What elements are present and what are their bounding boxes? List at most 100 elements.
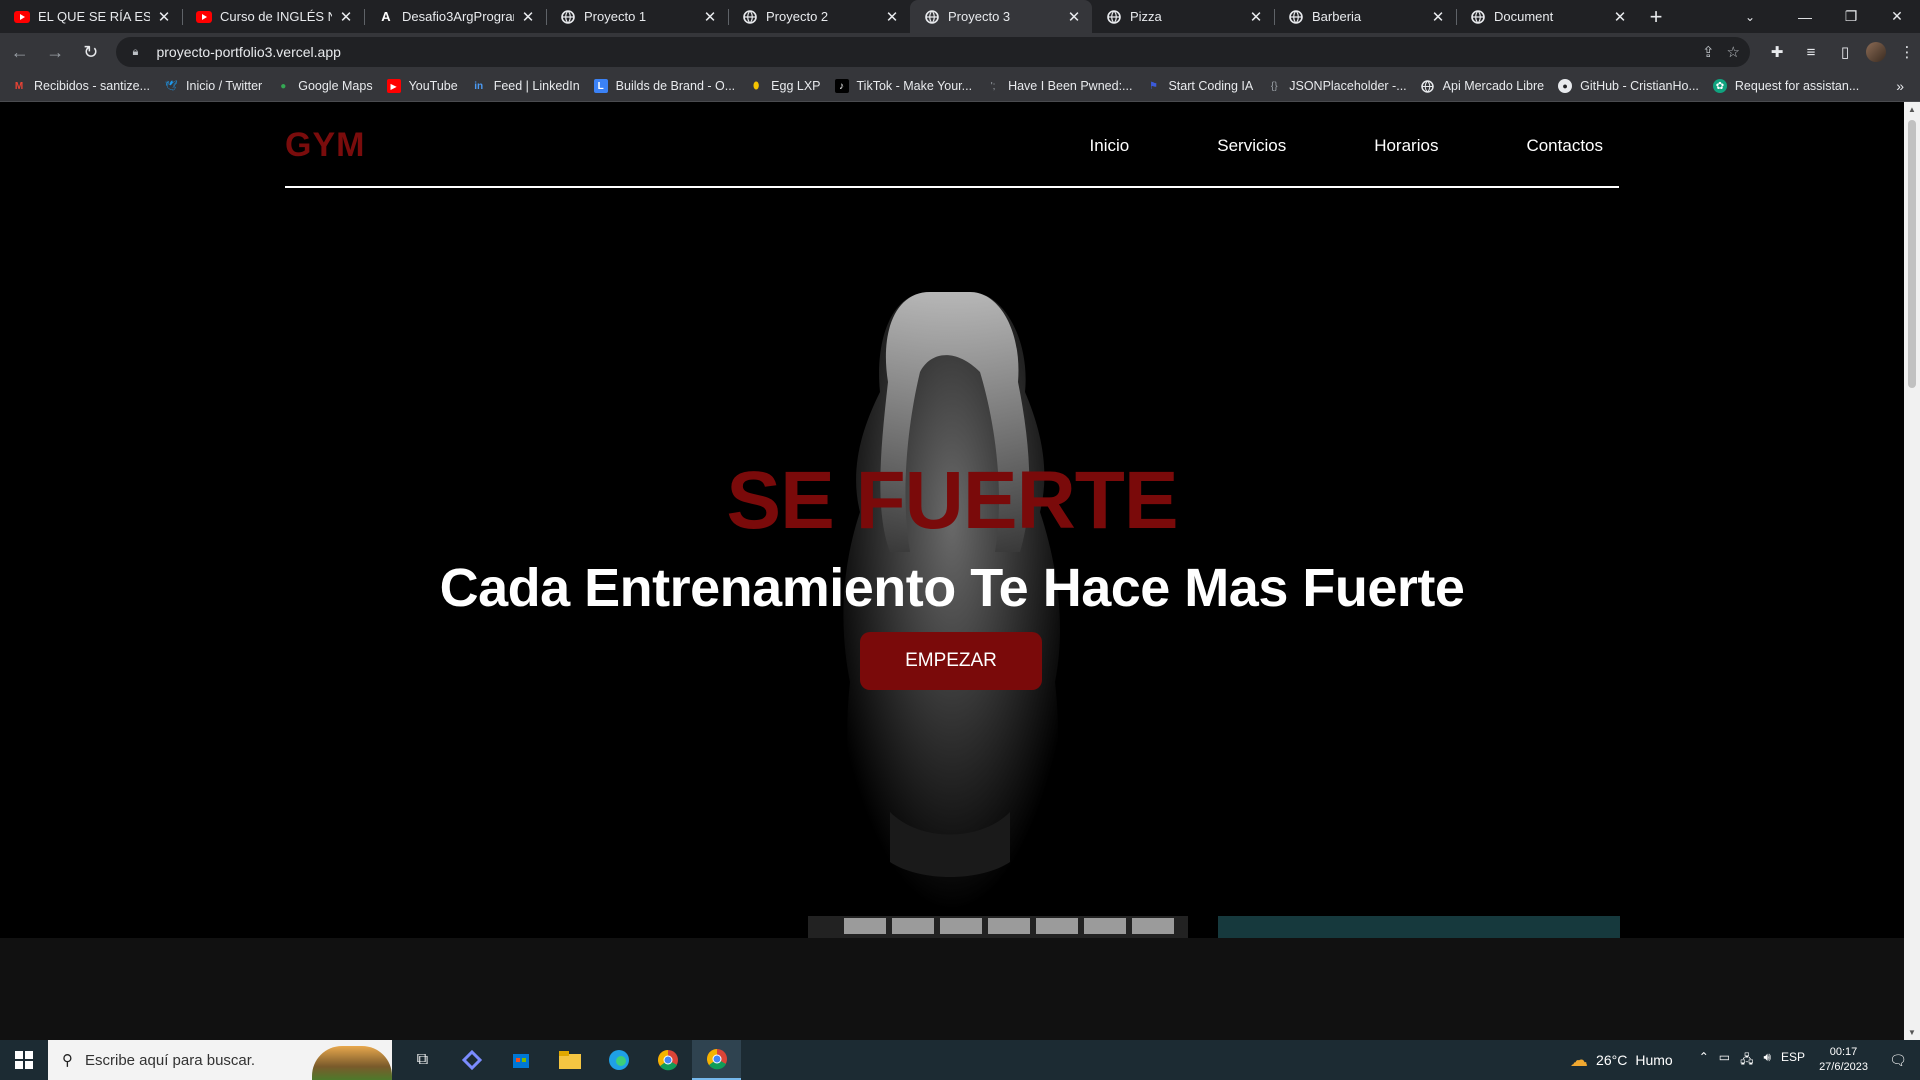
close-icon[interactable]: ✕ (156, 8, 172, 26)
weather-widget[interactable]: ☁︎ 26°C Humo (1570, 1050, 1673, 1071)
chevron-down-icon[interactable]: ⌄ (1732, 0, 1768, 33)
forward-button[interactable]: → (39, 36, 70, 68)
lock-icon[interactable]: 🔒︎ (132, 46, 146, 59)
network-icon[interactable]: 🖧︎ (1740, 1050, 1753, 1071)
nav-link-servicios[interactable]: Servicios (1217, 136, 1302, 156)
address-bar[interactable]: 🔒︎ proyecto-portfolio3.vercel.app ⇪ ☆ (116, 37, 1750, 67)
bookmark-item[interactable]: ▶ YouTube (386, 79, 458, 93)
bookmark-label: Start Coding IA (1168, 79, 1254, 93)
browser-tab[interactable]: EL QUE SE RÍA ES RAC ✕ (0, 0, 182, 33)
youtube-icon (196, 9, 212, 25)
minimize-button[interactable]: — (1782, 0, 1828, 33)
new-tab-button[interactable]: + (1638, 0, 1674, 33)
globe-icon (1106, 9, 1122, 25)
bookmark-item[interactable]: 🕊︎ Inicio / Twitter (164, 79, 263, 93)
close-icon[interactable]: ✕ (1066, 8, 1082, 26)
bookmark-item[interactable]: ● GitHub - CristianHo... (1558, 79, 1699, 93)
pwned-icon: '; (990, 80, 996, 92)
chevron-up-icon[interactable]: ⌃ (1699, 1050, 1709, 1071)
menu-icon[interactable]: ⋮ (1894, 39, 1920, 65)
meet-icon[interactable]: ▭ (1719, 1050, 1730, 1071)
bookmark-item[interactable]: M Recibidos - santize... (12, 79, 150, 93)
bookmark-item[interactable]: ♪ TikTok - Make Your... (834, 79, 972, 93)
close-icon[interactable]: ✕ (884, 8, 900, 26)
browser-tab[interactable]: Document ✕ (1456, 0, 1638, 33)
nav-link-contactos[interactable]: Contactos (1526, 136, 1619, 156)
notification-icon[interactable]: 🗨︎ (1884, 1052, 1912, 1069)
scrollbar-thumb[interactable] (1908, 120, 1916, 388)
bookmark-item[interactable]: L Builds de Brand - O... (593, 79, 735, 93)
url-text[interactable]: proyecto-portfolio3.vercel.app (156, 44, 340, 60)
close-window-button[interactable]: ✕ (1874, 0, 1920, 33)
bookmark-item[interactable]: in Feed | LinkedIn (472, 79, 580, 93)
close-icon[interactable]: ✕ (338, 8, 354, 26)
bookmark-item[interactable]: '; Have I Been Pwned:... (986, 79, 1133, 93)
tab-title: Barberia (1312, 9, 1362, 24)
site-logo[interactable]: GYM (285, 126, 365, 165)
star-icon[interactable]: ☆ (1727, 43, 1740, 61)
restore-button[interactable]: ❐ (1828, 0, 1874, 33)
scroll-down-icon[interactable]: ▼ (1904, 1028, 1920, 1037)
chevron-right-icon[interactable]: » (1896, 78, 1904, 94)
reading-list-icon[interactable]: ≡ (1798, 39, 1824, 65)
bookmark-label: Feed | LinkedIn (493, 79, 580, 93)
gmail-icon: M (14, 80, 24, 92)
browser-tab[interactable]: Curso de INGLÉS Nive ✕ (182, 0, 364, 33)
extensions-icon[interactable]: ✚ (1764, 39, 1790, 65)
site-header: GYM Inicio Servicios Horarios Contactos (285, 126, 1619, 188)
bookmark-label: Api Mercado Libre (1442, 79, 1545, 93)
browser-tab-active[interactable]: Proyecto 3 ✕ (910, 0, 1092, 33)
services-section (0, 938, 1904, 1040)
chrome-icon[interactable] (643, 1040, 692, 1080)
edge-icon[interactable] (594, 1040, 643, 1080)
taskbar-search-input[interactable]: ⚲ Escribe aquí para buscar. (48, 1040, 392, 1080)
close-icon[interactable]: ✕ (702, 8, 718, 26)
tab-title: EL QUE SE RÍA ES RAC (38, 9, 150, 24)
scroll-up-icon[interactable]: ▲ (1904, 105, 1920, 114)
share-icon[interactable]: ⇪ (1702, 43, 1715, 61)
browser-tab[interactable]: Pizza ✕ (1092, 0, 1274, 33)
browser-tab[interactable]: Proyecto 1 ✕ (546, 0, 728, 33)
globe-icon (924, 9, 940, 25)
browser-tab[interactable]: Barberia ✕ (1274, 0, 1456, 33)
side-panel-icon[interactable]: ▯ (1832, 39, 1858, 65)
close-icon[interactable]: ✕ (1430, 8, 1446, 26)
file-explorer-icon[interactable] (545, 1040, 594, 1080)
bookmark-label: GitHub - CristianHo... (1580, 79, 1699, 93)
site-nav: Inicio Servicios Horarios Contactos (1090, 136, 1619, 156)
nav-link-inicio[interactable]: Inicio (1090, 136, 1146, 156)
browser-toolbar: ← → ↻ 🔒︎ proyecto-portfolio3.vercel.app … (0, 33, 1920, 71)
bookmark-item[interactable]: ● Google Maps (276, 79, 372, 93)
browser-tab[interactable]: A Desafio3ArgPrograma ✕ (364, 0, 546, 33)
reload-button[interactable]: ↻ (75, 36, 106, 68)
gallery-preview (808, 916, 1620, 938)
store-icon[interactable] (496, 1040, 545, 1080)
close-icon[interactable]: ✕ (1612, 8, 1628, 26)
start-button[interactable]: EMPEZAR (860, 632, 1042, 690)
json-icon: {} (1270, 80, 1278, 92)
close-icon[interactable]: ✕ (520, 8, 536, 26)
bookmark-item[interactable]: ✿ Request for assistan... (1712, 79, 1859, 93)
tab-title: Proyecto 2 (766, 9, 829, 24)
avatar[interactable] (1865, 42, 1886, 62)
nav-link-horarios[interactable]: Horarios (1374, 136, 1454, 156)
cortana-icon[interactable] (447, 1040, 496, 1080)
task-view-icon[interactable]: ⧉ (398, 1040, 447, 1080)
clock[interactable]: 00:17 27/6/2023 (1819, 1045, 1868, 1075)
clock-date: 27/6/2023 (1819, 1061, 1868, 1073)
back-button[interactable]: ← (4, 36, 35, 68)
bookmark-item[interactable]: ⚑ Start Coding IA (1146, 79, 1253, 93)
bookmark-item[interactable]: Api Mercado Libre (1421, 79, 1544, 93)
page-scrollbar[interactable]: ▲ ▼ (1904, 102, 1920, 1040)
github-icon: ● (1558, 79, 1573, 93)
close-icon[interactable]: ✕ (1248, 8, 1264, 26)
window-controls: — ❐ ✕ (1782, 0, 1920, 33)
bookmark-item[interactable]: ⬮ Egg LXP (749, 79, 820, 93)
windows-start-icon[interactable] (0, 1040, 48, 1080)
globe-icon (1288, 9, 1304, 25)
chrome-active-icon[interactable] (692, 1040, 741, 1080)
language-indicator[interactable]: ESP (1781, 1050, 1805, 1071)
bookmark-item[interactable]: {} JSONPlaceholder -... (1267, 79, 1407, 93)
volume-icon[interactable]: 🔊︎ (1763, 1050, 1771, 1071)
browser-tab[interactable]: Proyecto 2 ✕ (728, 0, 910, 33)
